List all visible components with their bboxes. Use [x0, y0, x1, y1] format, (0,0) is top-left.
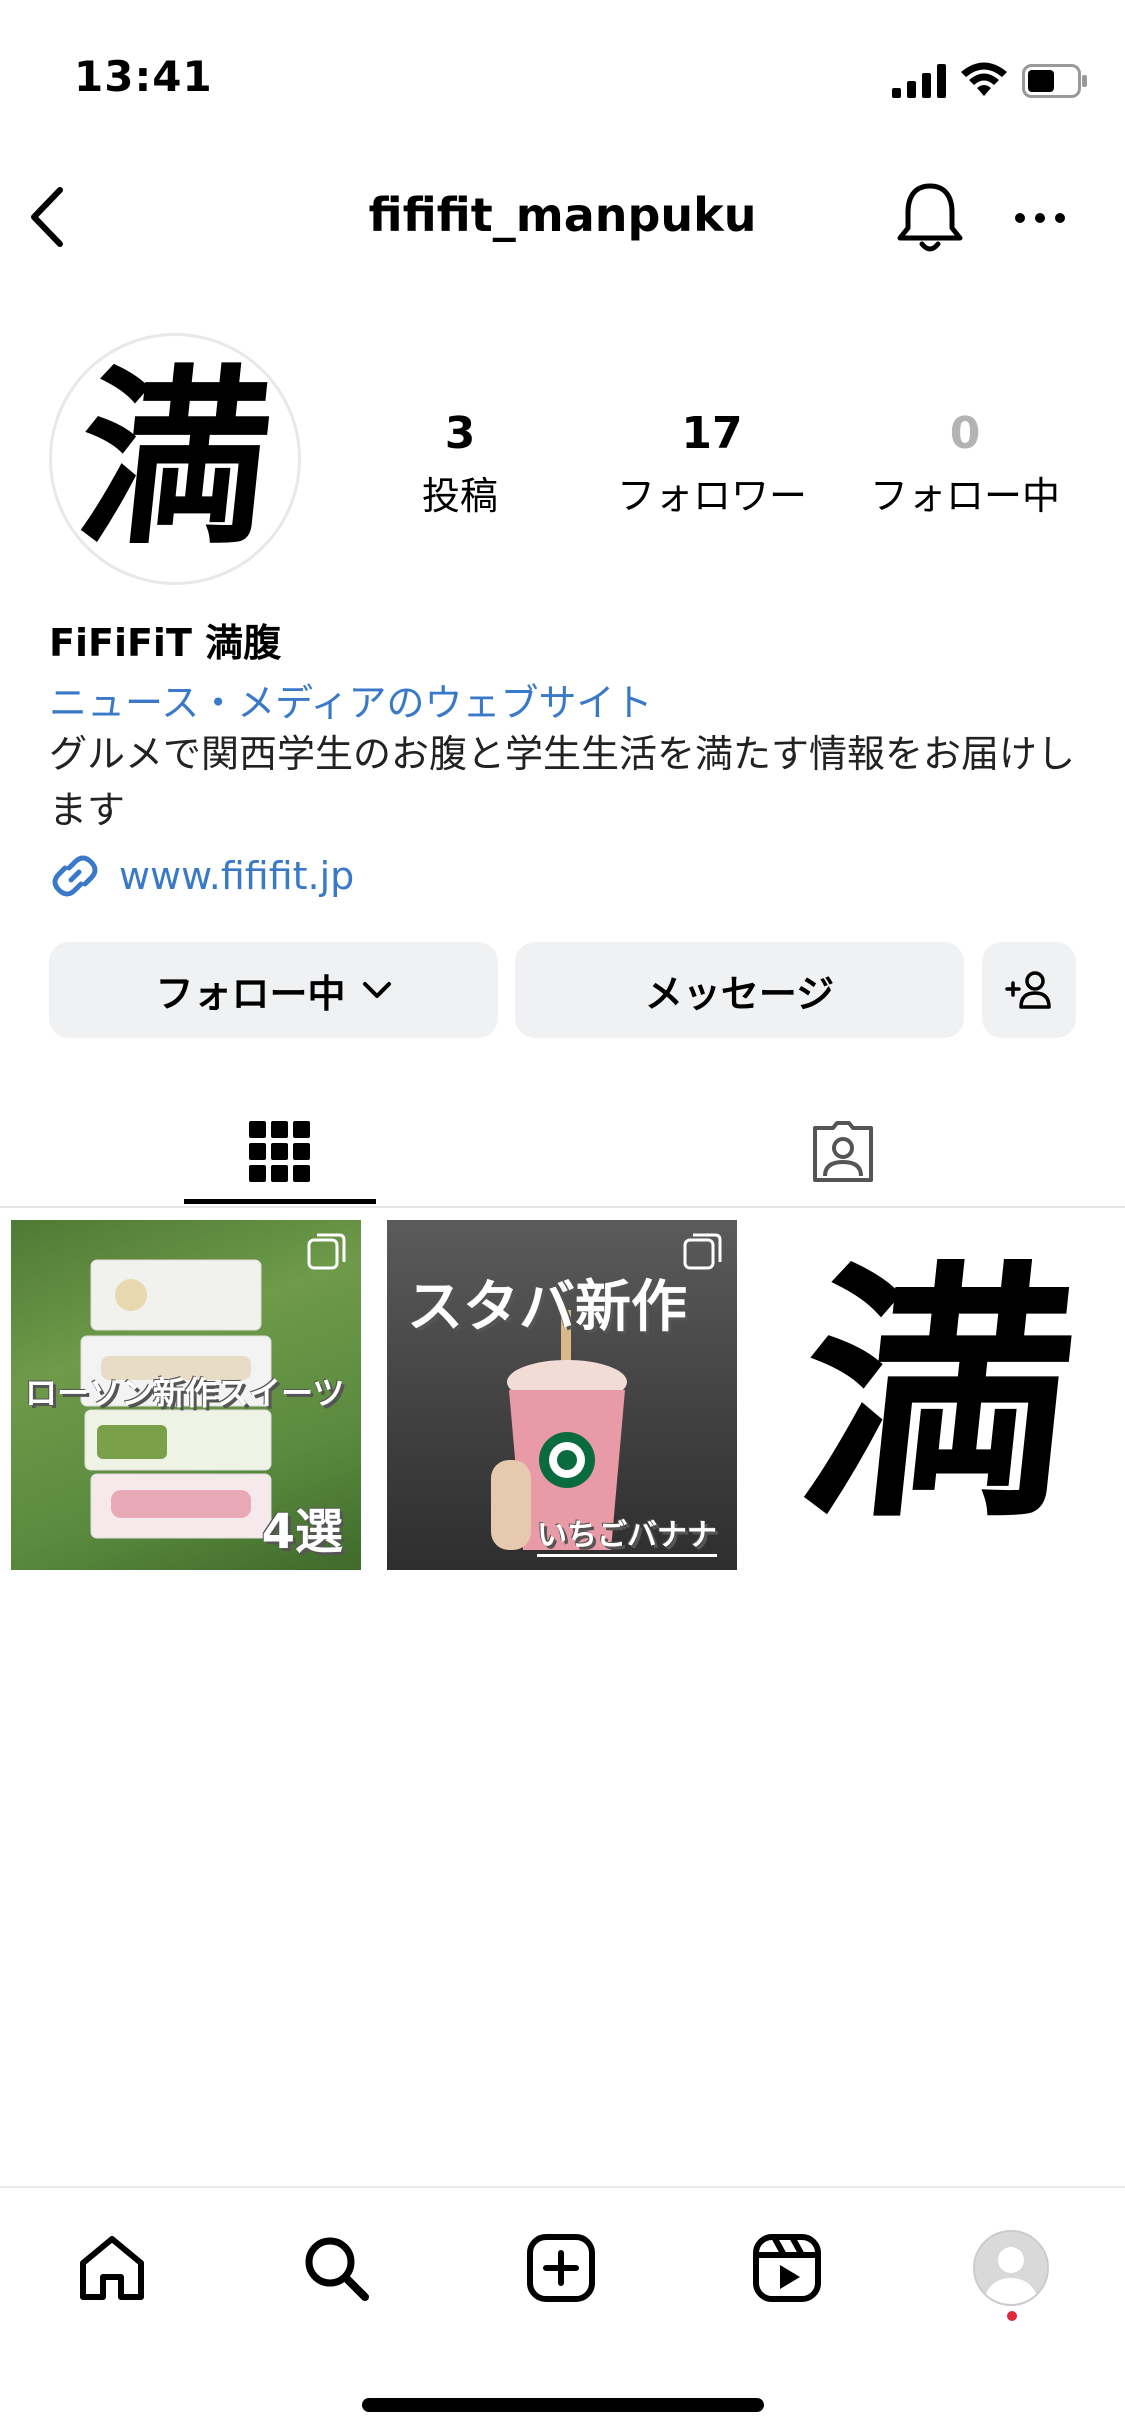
following-button[interactable]: フォロー中 — [49, 942, 498, 1038]
more-options-icon[interactable] — [1010, 198, 1070, 238]
profile-tab-avatar — [973, 2230, 1049, 2306]
post-thumbnail-2[interactable]: スタバ新作 いちごバナナ — [387, 1220, 737, 1570]
notification-dot — [1007, 2311, 1017, 2321]
link-text[interactable]: www.fififit.jp — [119, 854, 354, 898]
post-thumbnail-3[interactable]: 満 — [763, 1220, 1113, 1570]
multiple-posts-icon — [307, 1233, 346, 1270]
post-3-logo: 満 — [786, 1236, 1090, 1554]
following-label: フォロー中 — [869, 474, 1060, 518]
grid-icon — [249, 1121, 310, 1182]
wifi-icon — [961, 62, 1007, 96]
following-value: 0 — [949, 408, 981, 459]
followers-label: フォロワー — [616, 474, 807, 518]
nav-profile[interactable] — [961, 2218, 1061, 2318]
chevron-down-icon — [362, 982, 391, 998]
add-person-icon — [1005, 971, 1051, 1009]
nav-create[interactable] — [511, 2218, 611, 2318]
home-indicator — [362, 2398, 764, 2412]
nav-home[interactable] — [62, 2218, 162, 2318]
tab-divider — [0, 1206, 1125, 1208]
post-2-title: スタバ新作 — [407, 1275, 687, 1340]
search-icon — [305, 2237, 369, 2301]
followers-value: 17 — [681, 408, 743, 459]
link-icon — [52, 855, 98, 897]
tagged-person-icon — [813, 1121, 873, 1182]
default-avatar-icon — [985, 2247, 1037, 2304]
followers-count[interactable]: 17 フォロワー — [592, 408, 832, 520]
post-1-subtitle: 4選 — [261, 1504, 343, 1560]
home-icon — [80, 2236, 144, 2300]
tab-tagged[interactable] — [747, 1100, 939, 1204]
create-post-icon — [527, 2234, 595, 2302]
notification-bell-icon[interactable] — [894, 178, 966, 258]
display-name: FiFiFiT 満腹 — [49, 621, 282, 665]
message-button[interactable]: メッセージ — [515, 942, 964, 1038]
post-2-subtitle: いちごバナナ — [537, 1510, 717, 1557]
profile-bio: グルメで関西学生のお腹と学生生活を満たす情報をお届けします — [49, 732, 1076, 832]
status-time: 13:41 — [74, 52, 213, 101]
profile-category[interactable]: ニュース・メディアのウェブサイト — [49, 672, 652, 727]
post-1-title: ローソン新作スイーツ — [25, 1374, 345, 1412]
posts-count: 3 投稿 — [340, 408, 580, 520]
message-button-label: メッセージ — [644, 971, 835, 1016]
battery-icon — [1022, 64, 1087, 98]
reels-icon — [753, 2234, 821, 2302]
following-button-label: フォロー中 — [155, 971, 346, 1016]
nav-reels[interactable] — [737, 2218, 837, 2318]
bottom-nav-divider — [0, 2186, 1125, 2188]
cellular-signal-icon — [892, 64, 946, 98]
profile-link[interactable]: www.fififit.jp — [49, 850, 354, 902]
avatar-logo: 満 — [68, 347, 282, 570]
suggest-people-button[interactable] — [982, 942, 1076, 1038]
tab-posts-grid[interactable] — [184, 1100, 376, 1204]
post-thumbnail-1[interactable]: ローソン新作スイーツ 4選 — [11, 1220, 361, 1570]
nav-search[interactable] — [286, 2218, 386, 2318]
profile-avatar[interactable]: 満 — [49, 333, 301, 585]
following-count[interactable]: 0 フォロー中 — [845, 408, 1085, 520]
active-tab-indicator — [184, 1199, 376, 1204]
posts-value: 3 — [444, 408, 476, 459]
posts-label: 投稿 — [421, 474, 498, 518]
multiple-posts-icon — [683, 1233, 722, 1270]
